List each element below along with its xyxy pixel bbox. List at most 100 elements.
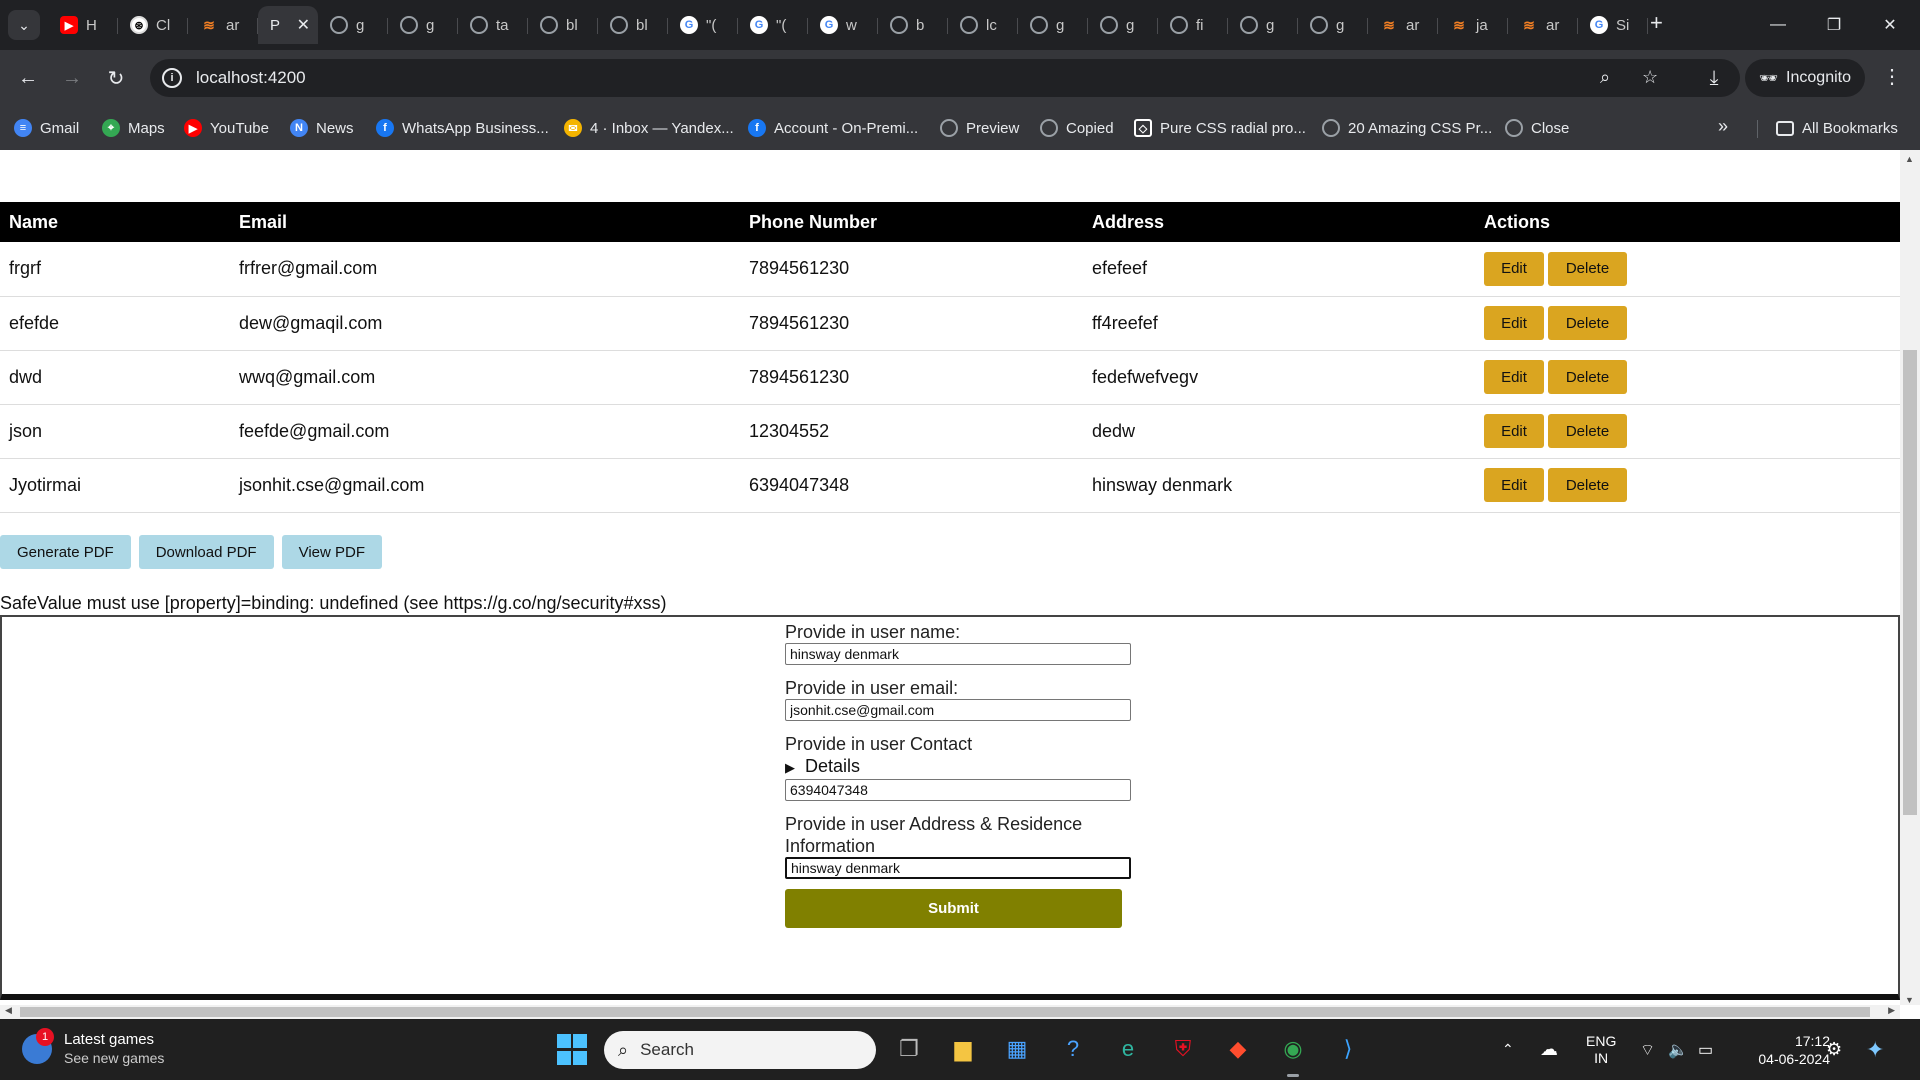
bookmark-item[interactable]: f Account - On-Premi... bbox=[748, 116, 918, 140]
delete-button[interactable]: Delete bbox=[1548, 251, 1627, 286]
delete-button[interactable]: Delete bbox=[1548, 414, 1627, 448]
bookmark-item[interactable]: N News bbox=[290, 116, 354, 140]
scroll-right-icon[interactable]: ▶ bbox=[1888, 1005, 1895, 1016]
edit-button[interactable]: Edit bbox=[1484, 251, 1544, 286]
url-text[interactable]: localhost:4200 bbox=[196, 68, 306, 88]
tab[interactable]: g bbox=[1228, 6, 1298, 44]
tab-active[interactable]: P ✕ bbox=[258, 6, 318, 44]
close-tab-icon[interactable]: ✕ bbox=[297, 15, 310, 35]
mcafee-icon[interactable]: ⛨ bbox=[1167, 1033, 1199, 1065]
bookmark-item[interactable]: ⌖ Maps bbox=[102, 116, 165, 140]
tab[interactable]: ≋ ar bbox=[188, 6, 258, 44]
scroll-down-icon[interactable]: ▼ bbox=[1905, 995, 1914, 1005]
tab[interactable]: g bbox=[1298, 6, 1368, 44]
details-toggle[interactable]: ▶ Details bbox=[785, 755, 1130, 779]
horizontal-scrollbar[interactable]: ◀ ▶ bbox=[0, 1005, 1900, 1019]
menu-icon[interactable]: ⋮ bbox=[1882, 64, 1902, 89]
tab[interactable]: g bbox=[1018, 6, 1088, 44]
restore-button[interactable]: ❐ bbox=[1806, 0, 1862, 50]
bookmark-item[interactable]: Close bbox=[1505, 116, 1569, 140]
delete-button[interactable]: Delete bbox=[1548, 360, 1627, 394]
help-icon[interactable]: ? bbox=[1057, 1033, 1089, 1065]
bookmark-item[interactable]: ≡ Gmail bbox=[14, 116, 79, 140]
vertical-scroll-thumb[interactable] bbox=[1903, 350, 1917, 815]
close-window-button[interactable]: ✕ bbox=[1862, 0, 1918, 50]
download-pdf-button[interactable]: Download PDF bbox=[138, 535, 274, 569]
tab[interactable]: ≋ ar bbox=[1368, 6, 1438, 44]
edge-icon[interactable]: e bbox=[1112, 1033, 1144, 1065]
tab[interactable]: ta bbox=[458, 6, 528, 44]
bookmark-item[interactable]: ◇ Pure CSS radial pro... bbox=[1134, 116, 1306, 140]
site-info-icon[interactable]: i bbox=[162, 68, 182, 88]
email-input[interactable] bbox=[785, 699, 1131, 721]
back-icon[interactable]: ← bbox=[14, 64, 42, 92]
tab[interactable]: g bbox=[388, 6, 458, 44]
horizontal-scroll-thumb[interactable] bbox=[20, 1007, 1870, 1017]
chrome-icon[interactable]: ◉ bbox=[1277, 1033, 1309, 1065]
language-indicator[interactable]: ENG IN bbox=[1586, 1019, 1616, 1080]
bookmark-item[interactable]: f WhatsApp Business... bbox=[376, 116, 549, 140]
new-tab-button[interactable]: + bbox=[1650, 10, 1663, 36]
settings-icon[interactable]: ⚙ bbox=[1826, 1019, 1842, 1080]
volume-icon[interactable]: 🔈 bbox=[1668, 1019, 1688, 1080]
edit-button[interactable]: Edit bbox=[1484, 360, 1544, 394]
bookmark-item[interactable]: Copied bbox=[1040, 116, 1114, 140]
tab[interactable]: g bbox=[318, 6, 388, 44]
file-explorer-icon[interactable]: ▆ bbox=[947, 1033, 979, 1065]
delete-button[interactable]: Delete bbox=[1548, 468, 1627, 502]
tab[interactable]: ⊛ Cl bbox=[118, 6, 188, 44]
forward-icon[interactable]: → bbox=[58, 64, 86, 92]
edit-button[interactable]: Edit bbox=[1484, 306, 1544, 340]
tab-search-button[interactable]: ⌄ bbox=[8, 10, 40, 40]
zoom-icon[interactable]: ⌕ bbox=[1600, 67, 1610, 88]
onedrive-icon[interactable]: ☁ bbox=[1540, 1019, 1558, 1080]
view-pdf-button[interactable]: View PDF bbox=[281, 535, 383, 569]
address-input[interactable] bbox=[785, 857, 1131, 879]
download-icon[interactable]: ⤓ bbox=[1700, 64, 1728, 92]
clock[interactable]: 17:12 04-06-2024 bbox=[1740, 1019, 1830, 1080]
anydesk-icon[interactable]: ◆ bbox=[1222, 1033, 1254, 1065]
edit-button[interactable]: Edit bbox=[1484, 468, 1544, 502]
edit-button[interactable]: Edit bbox=[1484, 414, 1544, 448]
show-hidden-icons[interactable]: ⌃ bbox=[1502, 1019, 1514, 1080]
taskbar-search[interactable]: ⌕ Search bbox=[604, 1031, 876, 1069]
more-bookmarks-icon[interactable]: » bbox=[1718, 116, 1728, 137]
scroll-left-icon[interactable]: ◀ bbox=[5, 1005, 12, 1016]
tab[interactable]: bl bbox=[528, 6, 598, 44]
vertical-scrollbar[interactable]: ▲ ▼ bbox=[1900, 150, 1920, 1005]
tab[interactable]: ▶ H bbox=[48, 6, 118, 44]
generate-pdf-button[interactable]: Generate PDF bbox=[0, 535, 131, 569]
bookmark-star-icon[interactable]: ☆ bbox=[1642, 67, 1658, 88]
contact-input[interactable] bbox=[785, 779, 1131, 801]
tab[interactable]: g bbox=[1088, 6, 1158, 44]
copilot-icon[interactable]: ✦ bbox=[1866, 1019, 1884, 1080]
tab[interactable]: G "( bbox=[668, 6, 738, 44]
bookmark-item[interactable]: 20 Amazing CSS Pr... bbox=[1322, 116, 1492, 140]
task-view-icon[interactable]: ❐ bbox=[893, 1033, 925, 1065]
wifi-icon[interactable]: ⌔ bbox=[1640, 1019, 1655, 1080]
tab[interactable]: ≋ ar bbox=[1508, 6, 1578, 44]
tab[interactable]: b bbox=[878, 6, 948, 44]
tab[interactable]: G Si bbox=[1578, 6, 1648, 44]
address-bar[interactable]: i localhost:4200 ⌕ ☆ bbox=[150, 59, 1740, 97]
tab[interactable]: G "( bbox=[738, 6, 808, 44]
vscode-icon[interactable]: ⟩ bbox=[1332, 1033, 1364, 1065]
tab[interactable]: bl bbox=[598, 6, 668, 44]
store-icon[interactable]: ▦ bbox=[1001, 1033, 1033, 1065]
tab[interactable]: ≋ ja bbox=[1438, 6, 1508, 44]
reload-icon[interactable]: ↻ bbox=[102, 64, 130, 92]
battery-icon[interactable]: ▭ bbox=[1698, 1019, 1713, 1080]
scroll-up-icon[interactable]: ▲ bbox=[1905, 154, 1914, 164]
bookmark-item[interactable]: ✉ 4 · Inbox — Yandex... bbox=[564, 116, 734, 140]
name-input[interactable] bbox=[785, 643, 1131, 665]
news-widget[interactable]: 1 Latest games See new games bbox=[22, 1027, 164, 1066]
bookmark-item[interactable]: Preview bbox=[940, 116, 1019, 140]
bookmark-item[interactable]: ▶ YouTube bbox=[184, 116, 269, 140]
tab[interactable]: lc bbox=[948, 6, 1018, 44]
incognito-indicator[interactable]: 🕶 Incognito bbox=[1745, 59, 1865, 97]
submit-button[interactable]: Submit bbox=[785, 889, 1122, 928]
windows-start-icon[interactable] bbox=[556, 1033, 588, 1065]
minimize-button[interactable]: — bbox=[1750, 0, 1806, 50]
all-bookmarks-button[interactable]: All Bookmarks bbox=[1776, 116, 1898, 140]
delete-button[interactable]: Delete bbox=[1548, 306, 1627, 340]
